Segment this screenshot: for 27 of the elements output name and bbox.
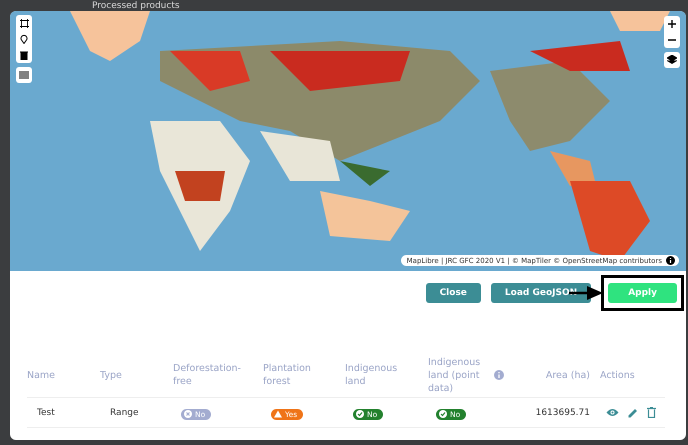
- check-icon: [356, 410, 364, 418]
- delete-icon[interactable]: [647, 407, 656, 418]
- column-header: Deforestation-free: [173, 362, 239, 388]
- column-header: Indigenous land (point data): [428, 356, 482, 394]
- page-title: Processed products: [92, 1, 180, 11]
- zoom-in-icon[interactable]: [668, 20, 676, 28]
- layers-icon: [667, 55, 677, 65]
- column-header: Actions: [600, 368, 635, 382]
- column-header: Indigenous land: [345, 362, 398, 388]
- cross-icon: [184, 410, 192, 418]
- list-icon: [19, 71, 29, 79]
- view-icon[interactable]: [606, 408, 619, 417]
- column-header: Area (ha): [546, 368, 590, 382]
- table-cell-text: Range: [109, 408, 140, 418]
- edit-icon[interactable]: [628, 408, 638, 418]
- column-header: Type: [100, 368, 122, 382]
- warning-icon: [274, 410, 282, 418]
- table-cell-text: Test: [36, 408, 56, 418]
- action-button[interactable]: Close: [426, 283, 481, 303]
- trash-icon[interactable]: [20, 50, 28, 60]
- info-icon[interactable]: [666, 256, 675, 265]
- pin-icon[interactable]: [20, 34, 28, 44]
- table-cell-text: 1613695.71: [534, 408, 591, 418]
- column-header: Plantation forest: [263, 362, 312, 388]
- polygon-icon[interactable]: [20, 18, 28, 28]
- check-icon: [439, 410, 447, 418]
- column-header: Name: [27, 368, 56, 382]
